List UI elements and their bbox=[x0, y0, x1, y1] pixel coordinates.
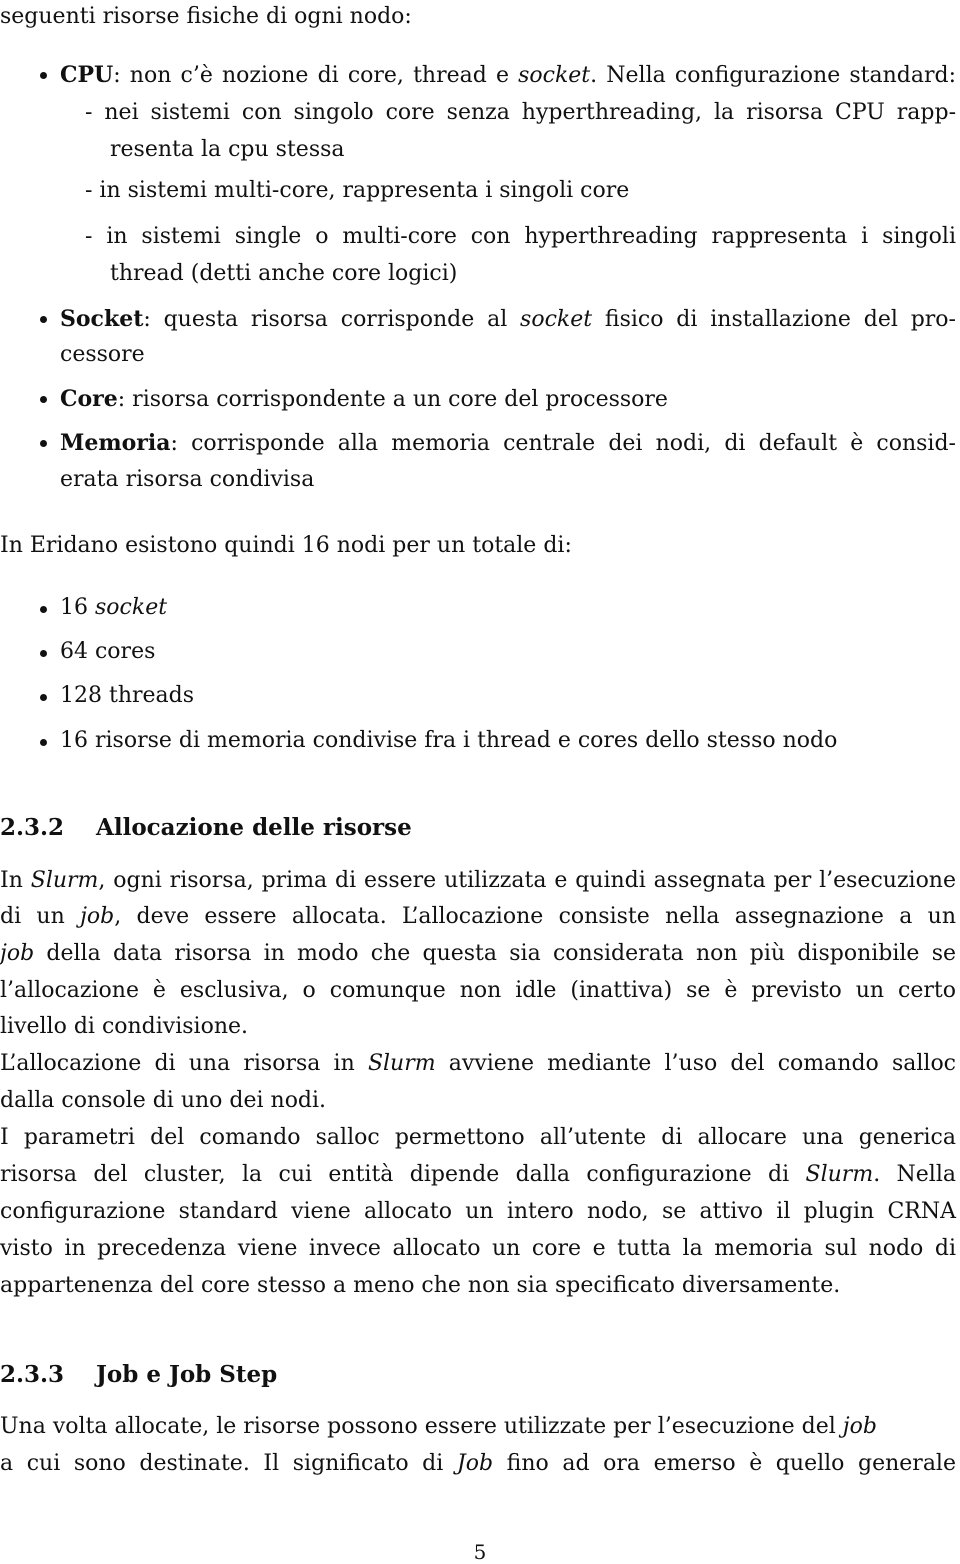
paragraph-line: I parametri del comando salloc permetton… bbox=[0, 1125, 956, 1150]
socket-item-cont: cessore bbox=[60, 342, 145, 367]
section-heading-232: 2.3.2 Allocazione delle risorse bbox=[0, 814, 412, 841]
bullet-icon bbox=[40, 72, 47, 79]
paragraph-line: di un job, deve essere allocata. L’alloc… bbox=[0, 904, 956, 929]
paragraph-line: dalla console di uno dei nodi. bbox=[0, 1088, 327, 1113]
memoria-item-cont: erata risorsa condivisa bbox=[60, 467, 315, 492]
socket-item: Socket: questa risorsa corrisponde al so… bbox=[60, 306, 956, 332]
bullet-icon bbox=[40, 316, 47, 323]
memoria-item: Memoria: corrisponde alla memoria centra… bbox=[60, 430, 956, 456]
bullet-icon bbox=[40, 650, 47, 657]
paragraph-line: livello di condivisione. bbox=[0, 1014, 249, 1039]
paragraph-line: a cui sono destinate. Il significato di … bbox=[0, 1451, 956, 1476]
paragraph-line: Una volta allocate, le risorse possono e… bbox=[0, 1414, 877, 1439]
paragraph-line: visto in precedenza viene invece allocat… bbox=[0, 1236, 956, 1261]
paragraph-line: configurazione standard viene allocato u… bbox=[0, 1199, 956, 1224]
bullet-icon bbox=[40, 440, 47, 447]
paragraph-line: job della data risorsa in modo che quest… bbox=[0, 941, 956, 966]
paragraph-line: In Slurm, ogni risorsa, prima di essere … bbox=[0, 868, 956, 893]
eridano-item: 16 risorse di memoria condivise fra i th… bbox=[60, 728, 838, 753]
eridano-text: In Eridano esistono quindi 16 nodi per u… bbox=[0, 533, 572, 558]
cpu-sub-3-cont: thread (detti anche core logici) bbox=[110, 261, 458, 286]
cpu-sub-1-cont: resenta la cpu stessa bbox=[110, 137, 345, 162]
eridano-item: 64 cores bbox=[60, 639, 156, 664]
section-heading-233: 2.3.3 Job e Job Step bbox=[0, 1361, 278, 1388]
paragraph-line: L’allocazione di una risorsa in Slurm av… bbox=[0, 1051, 957, 1076]
paragraph-line: appartenenza del core stesso a meno che … bbox=[0, 1273, 841, 1298]
cpu-sub-1: - nei sistemi con singolo core senza hyp… bbox=[85, 100, 956, 125]
cpu-sub-3: - in sistemi single o multi-core con hyp… bbox=[85, 224, 956, 249]
bullet-icon bbox=[40, 396, 47, 403]
cpu-item: CPU: non c’è nozione di core, thread e s… bbox=[60, 62, 956, 88]
paragraph-line: risorsa del cluster, la cui entità dipen… bbox=[0, 1162, 956, 1187]
paragraph-line: l’allocazione è esclusiva, o comunque no… bbox=[0, 978, 956, 1003]
bullet-icon bbox=[40, 739, 47, 746]
cpu-sub-2: - in sistemi multi-core, rappresenta i s… bbox=[85, 178, 630, 203]
eridano-item: 128 threads bbox=[60, 683, 195, 708]
intro-text: seguenti risorse fisiche di ogni nodo: bbox=[0, 4, 412, 29]
eridano-item: 16 socket bbox=[60, 595, 168, 620]
bullet-icon bbox=[40, 606, 47, 613]
core-item: Core: risorsa corrispondente a un core d… bbox=[60, 386, 668, 412]
page-number: 5 bbox=[473, 1540, 487, 1564]
bullet-icon bbox=[40, 694, 47, 701]
